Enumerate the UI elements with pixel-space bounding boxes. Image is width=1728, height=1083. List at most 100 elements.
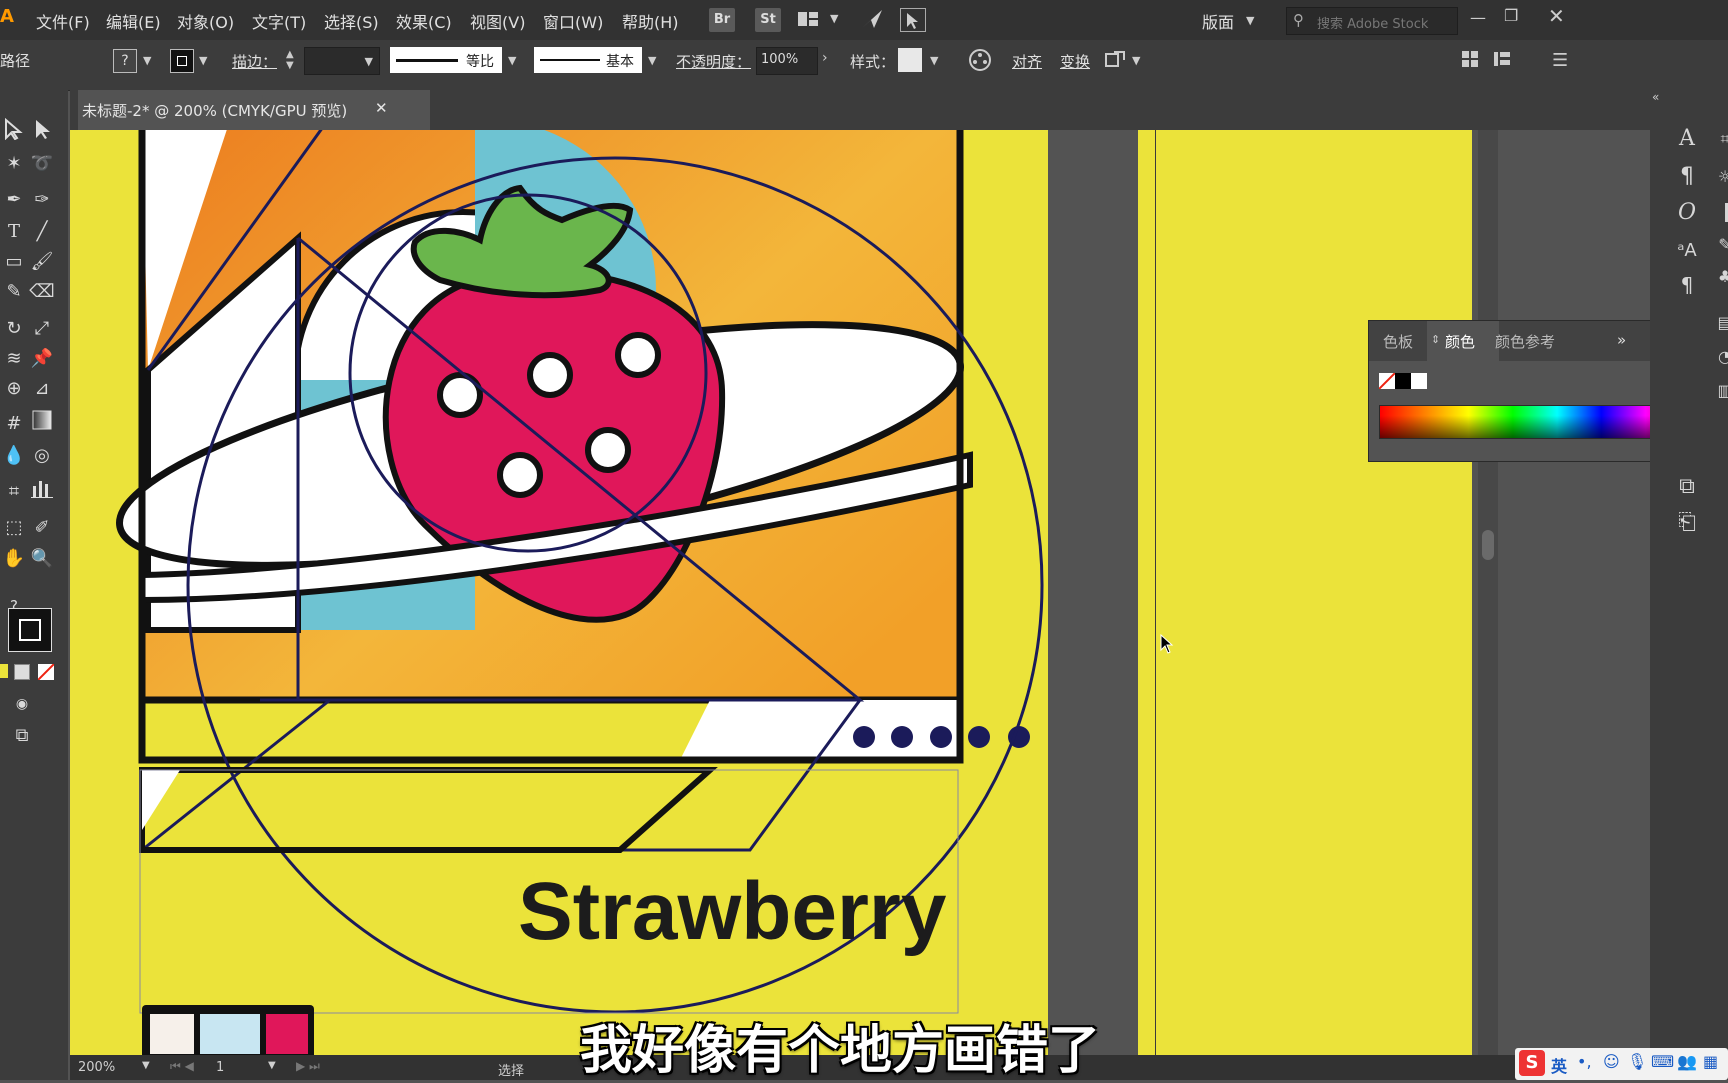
chevron-down-icon[interactable]: ▼ (143, 54, 151, 67)
draw-mode-icon[interactable]: ◉ (8, 690, 36, 718)
user-icon[interactable]: 👥 (1677, 1052, 1697, 1071)
menu-type[interactable]: 文字(T) (252, 9, 306, 33)
opentype-panel-icon[interactable]: O (1672, 198, 1702, 228)
apps-icon[interactable]: ▦ (1703, 1052, 1718, 1071)
selection-tool-icon[interactable] (0, 117, 28, 146)
brush-definition[interactable]: 基本 (534, 47, 642, 73)
artboard-tool-icon[interactable]: ⬚ (0, 514, 28, 542)
eyedropper-icon[interactable]: 💧 (0, 442, 28, 470)
restore-icon[interactable]: ❐ (1504, 6, 1518, 25)
first-artboard-icon[interactable]: ⏮ ◀ (170, 1059, 194, 1074)
menu-object[interactable]: 对象(O) (177, 9, 234, 33)
slice-tool-icon[interactable]: ✐ (28, 514, 56, 542)
chevron-down-icon[interactable]: ▼ (268, 1060, 276, 1071)
column-graph-icon[interactable] (28, 478, 56, 506)
stock-button[interactable]: St (755, 8, 781, 32)
emoji-icon[interactable]: ☺ (1603, 1052, 1620, 1071)
blend-tool-icon[interactable]: ◎ (28, 442, 56, 470)
black-swatch[interactable] (1395, 373, 1411, 389)
hand-tool-icon[interactable]: ✋ (0, 545, 28, 573)
graphic-style-swatch[interactable] (898, 48, 922, 72)
punctuation-icon[interactable]: •, (1577, 1052, 1592, 1071)
arrange-documents-icon[interactable] (798, 10, 820, 28)
gradient-tool-icon[interactable] (28, 410, 56, 438)
menu-select[interactable]: 选择(S) (324, 9, 379, 33)
tab-color-guide[interactable]: 颜色参考 (1495, 331, 1555, 352)
stroke-color-icon[interactable] (8, 608, 52, 652)
menu-icon[interactable]: ☰ (1552, 50, 1568, 71)
symbol-sprayer-icon[interactable]: ⌗ (0, 478, 28, 506)
fill-swatch[interactable]: ? (113, 49, 137, 73)
appearance-panel-icon[interactable]: ☼ (1710, 162, 1728, 192)
chevron-down-icon[interactable]: ▼ (142, 1060, 150, 1071)
chevron-down-icon[interactable]: ▼ (1132, 54, 1140, 67)
sogou-logo-icon[interactable]: S (1519, 1050, 1545, 1076)
keyboard-icon[interactable]: ⌨ (1651, 1052, 1674, 1071)
paintbrush-icon[interactable]: 🖌 (28, 248, 56, 276)
zoom-level[interactable]: 200% (78, 1060, 115, 1075)
pen-tool-icon[interactable]: ✒ (0, 186, 28, 214)
links-panel-icon[interactable]: ⎗ (1672, 508, 1702, 538)
chevron-down-icon[interactable]: ▼ (1246, 14, 1254, 27)
none-swatch[interactable] (1378, 372, 1396, 390)
workspace-switcher[interactable]: 版面 (1202, 9, 1234, 33)
tab-color[interactable]: ⇕ 颜色 (1427, 321, 1499, 361)
tab-swatches[interactable]: 色板 (1383, 331, 1413, 352)
chevron-down-icon[interactable]: ▼ (830, 12, 838, 25)
puppet-warp-icon[interactable]: 📌 (28, 345, 56, 373)
variable-width-profile[interactable]: 等比 (390, 47, 502, 73)
chevron-right-icon[interactable]: › (822, 50, 828, 66)
document-tab[interactable]: 未标题-2* @ 200% (CMYK/GPU 预览) ✕ (78, 90, 430, 130)
grid-icon[interactable] (1462, 51, 1478, 67)
line-segment-icon[interactable]: ╱ (28, 218, 56, 246)
width-tool-icon[interactable]: ≋ (0, 345, 28, 373)
perspective-grid-icon[interactable]: ⊿ (28, 375, 56, 403)
collapse-dock-icon[interactable]: « (1652, 90, 1659, 104)
scroll-thumb[interactable] (1482, 530, 1494, 560)
gradient-mode-icon[interactable] (14, 664, 30, 680)
close-icon[interactable]: ✕ (1548, 4, 1565, 28)
menu-edit[interactable]: 编辑(E) (106, 9, 161, 33)
microphone-icon[interactable]: 🎙 (1627, 1052, 1647, 1071)
artboards-panel-icon[interactable]: ⧉ (1672, 472, 1702, 502)
stroke-weight-field[interactable]: ▼ (304, 47, 380, 75)
direct-selection-tool-icon[interactable] (28, 118, 56, 146)
rectangle-tool-icon[interactable]: ▭ (0, 248, 28, 276)
shaper-tool-icon[interactable]: ✎ (0, 278, 28, 306)
artboard-number[interactable]: 1 (216, 1060, 224, 1075)
align-link[interactable]: 对齐 (1012, 51, 1042, 72)
bridge-button[interactable]: Br (709, 8, 735, 32)
recolor-artwork-icon[interactable] (968, 48, 992, 72)
curvature-tool-icon[interactable]: ✑ (28, 186, 56, 214)
panel-options-icon[interactable] (1494, 50, 1516, 68)
menu-help[interactable]: 帮助(H) (622, 9, 679, 33)
next-artboard-icon[interactable]: ▶ ⏭ (296, 1059, 320, 1074)
eraser-icon[interactable]: ⌫ (28, 278, 56, 306)
symbols-panel-icon[interactable]: ♣ (1710, 262, 1728, 292)
gpu-performance-icon[interactable] (900, 8, 926, 32)
transform-panel-icon[interactable]: ⌗ (1710, 124, 1728, 154)
ime-language[interactable]: 英 (1551, 1053, 1567, 1077)
menu-window[interactable]: 窗口(W) (543, 9, 603, 33)
stroke-stepper[interactable]: ▲ ▼ (286, 49, 294, 71)
vertical-scrollbar[interactable] (1478, 130, 1498, 1055)
rotate-tool-icon[interactable]: ↻ (0, 315, 28, 343)
collapse-panel-icon[interactable]: » (1617, 331, 1626, 349)
stroke-label[interactable]: 描边： (232, 51, 277, 72)
artboard-2[interactable] (1138, 130, 1472, 1055)
shape-builder-icon[interactable]: ⊕ (0, 375, 28, 403)
magic-wand-icon[interactable]: ✶ (0, 150, 28, 178)
stock-search-box[interactable]: ⚲ 搜索 Adobe Stock (1286, 7, 1458, 35)
close-tab-icon[interactable]: ✕ (375, 99, 388, 117)
lasso-icon[interactable]: ➰ (28, 150, 56, 178)
type-tool-icon[interactable]: T (0, 218, 28, 246)
chevron-down-icon[interactable]: ▼ (508, 54, 516, 67)
transform-link[interactable]: 变换 (1060, 51, 1090, 72)
menu-effect[interactable]: 效果(C) (396, 9, 452, 33)
opacity-label[interactable]: 不透明度： (676, 51, 751, 72)
feather-send-icon[interactable] (860, 8, 884, 30)
text-panel-icon[interactable]: ¶ (1672, 270, 1702, 300)
color-spectrum-bar[interactable] (1379, 405, 1691, 439)
color-mode-icon[interactable] (0, 664, 8, 678)
minimize-icon[interactable]: — (1470, 8, 1486, 27)
